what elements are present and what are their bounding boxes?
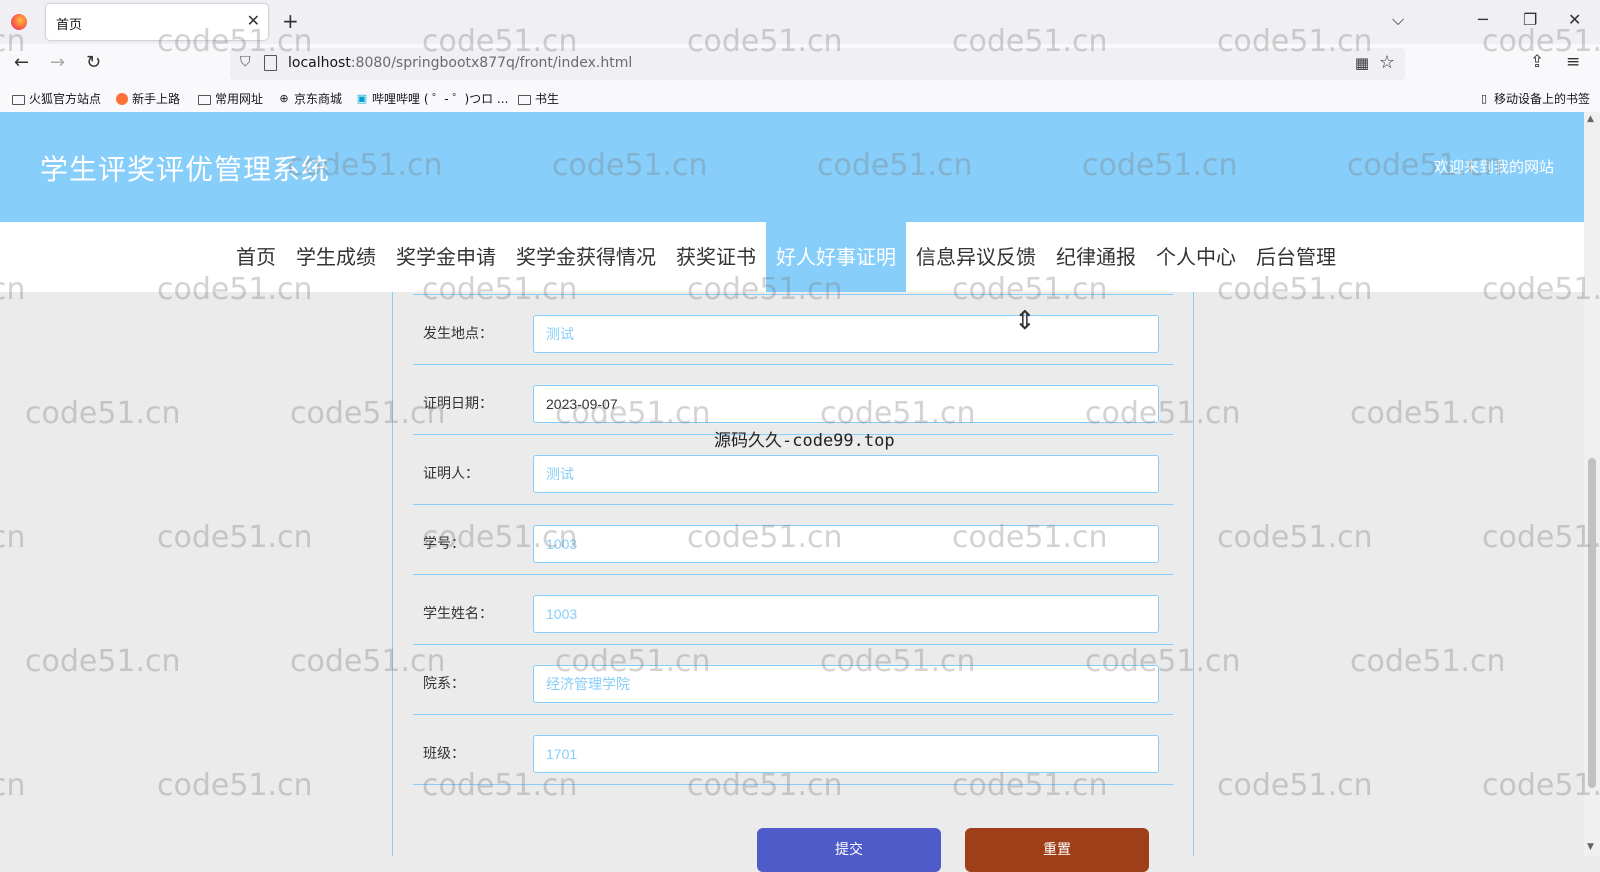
form-row-class: 班级： 1701 bbox=[413, 714, 1173, 785]
list-all-tabs-icon[interactable]: ⌵ bbox=[1392, 10, 1404, 30]
good-deed-form: 发生地点： 测试 证明日期： 2023-09-07 证明人： 测试 学号： 10… bbox=[392, 292, 1194, 856]
class-input[interactable]: 1701 bbox=[533, 735, 1159, 773]
window-close-icon[interactable]: ✕ bbox=[1568, 10, 1581, 29]
department-input[interactable]: 经济管理学院 bbox=[533, 665, 1159, 703]
reload-icon[interactable]: ↻ bbox=[86, 52, 101, 73]
menu-icon[interactable]: ≡ bbox=[1566, 52, 1580, 72]
scroll-up-icon[interactable]: ▲ bbox=[1587, 114, 1594, 124]
browser-tab-bar: 首页 ✕ + ⌵ ─ ❐ ✕ bbox=[0, 0, 1600, 44]
student-name-label: 学生姓名： bbox=[423, 606, 493, 622]
new-tab-icon[interactable]: + bbox=[282, 9, 299, 33]
student-name-input[interactable]: 1003 bbox=[533, 595, 1159, 633]
bookmark-item[interactable]: 新手上路 bbox=[116, 90, 180, 107]
page-scrollbar[interactable]: ▲ ▼ bbox=[1584, 112, 1600, 856]
bookmarks-bar: 火狐官方站点 新手上路 常用网址 ⊕ 京东商城 ▣ 哔哩哔哩 ( ゜- ゜)つロ .… bbox=[0, 84, 1600, 113]
bookmark-item[interactable]: ▣ 哔哩哔哩 ( ゜- ゜)つロ ... bbox=[356, 90, 509, 107]
browser-tab[interactable]: 首页 ✕ bbox=[46, 4, 268, 40]
mobile-icon: ▯ bbox=[1480, 91, 1488, 105]
date-input[interactable]: 2023-09-07 bbox=[533, 385, 1159, 423]
qr-code-icon[interactable]: ▦ bbox=[1355, 54, 1369, 72]
bookmark-item[interactable]: 常用网址 bbox=[198, 90, 263, 107]
form-row-hidden bbox=[413, 224, 1173, 295]
page-info-icon[interactable] bbox=[264, 55, 277, 71]
form-row-location: 发生地点： 测试 bbox=[413, 294, 1173, 365]
nav-item-grades[interactable]: 学生成绩 bbox=[286, 222, 386, 292]
bookmark-item[interactable]: ⊕ 京东商城 bbox=[278, 90, 342, 107]
extensions-icon[interactable]: ⇪ bbox=[1530, 52, 1544, 72]
location-label: 发生地点： bbox=[423, 326, 493, 342]
reset-button[interactable]: 重置 bbox=[965, 828, 1149, 872]
witness-label: 证明人： bbox=[423, 466, 479, 482]
folder-icon bbox=[198, 94, 211, 105]
folder-icon bbox=[12, 94, 25, 105]
nav-item-home[interactable]: 首页 bbox=[226, 222, 286, 292]
tab-close-icon[interactable]: ✕ bbox=[247, 11, 260, 30]
firefox-icon bbox=[116, 92, 128, 105]
bookmark-item[interactable]: 火狐官方站点 bbox=[12, 90, 101, 107]
bookmark-item[interactable]: 书生 bbox=[518, 90, 559, 107]
back-icon[interactable]: ← bbox=[14, 52, 29, 73]
student-id-label: 学号： bbox=[423, 536, 465, 552]
firefox-logo-icon bbox=[11, 14, 27, 30]
bilibili-icon: ▣ bbox=[356, 91, 368, 105]
url-bar[interactable]: ⛉ localhost:8080/springbootx877q/front/i… bbox=[230, 48, 1405, 80]
bookmark-star-icon[interactable]: ☆ bbox=[1379, 52, 1395, 73]
mobile-bookmarks[interactable]: ▯ 移动设备上的书签 bbox=[1478, 90, 1590, 107]
form-row-student-id: 学号： 1003 bbox=[413, 504, 1173, 575]
folder-icon bbox=[518, 94, 531, 105]
globe-icon: ⊕ bbox=[279, 91, 289, 105]
submit-button[interactable]: 提交 bbox=[757, 828, 941, 872]
form-row-student-name: 学生姓名： 1003 bbox=[413, 574, 1173, 645]
resize-cursor-icon: ⇕ bbox=[1014, 306, 1036, 336]
date-label: 证明日期： bbox=[423, 396, 493, 412]
url-text[interactable]: localhost:8080/springbootx877q/front/ind… bbox=[288, 55, 632, 71]
center-watermark: 源码久久-code99.top bbox=[714, 431, 895, 451]
minimize-icon[interactable]: ─ bbox=[1478, 10, 1488, 29]
web-page: 学生评奖评优管理系统 欢迎来到我的网站 首页 学生成绩 奖学金申请 奖学金获得情… bbox=[0, 112, 1584, 856]
shield-icon[interactable]: ⛉ bbox=[240, 54, 251, 70]
scroll-down-icon[interactable]: ▼ bbox=[1587, 842, 1594, 852]
site-title: 学生评奖评优管理系统 bbox=[40, 153, 331, 186]
welcome-text: 欢迎来到我的网站 bbox=[1433, 158, 1554, 176]
form-row-department: 院系： 经济管理学院 bbox=[413, 644, 1173, 715]
forward-icon[interactable]: → bbox=[50, 52, 65, 73]
witness-input[interactable]: 测试 bbox=[533, 455, 1159, 493]
scroll-thumb[interactable] bbox=[1588, 458, 1596, 788]
student-id-input[interactable]: 1003 bbox=[533, 525, 1159, 563]
form-row-date: 证明日期： 2023-09-07 bbox=[413, 364, 1173, 435]
department-label: 院系： bbox=[423, 676, 465, 692]
restore-icon[interactable]: ❐ bbox=[1523, 10, 1537, 29]
nav-item-admin[interactable]: 后台管理 bbox=[1246, 222, 1346, 292]
tab-title: 首页 bbox=[56, 18, 83, 33]
site-header: 学生评奖评优管理系统 欢迎来到我的网站 bbox=[0, 112, 1584, 222]
location-input[interactable]: 测试 bbox=[533, 315, 1159, 353]
class-label: 班级： bbox=[423, 746, 465, 762]
